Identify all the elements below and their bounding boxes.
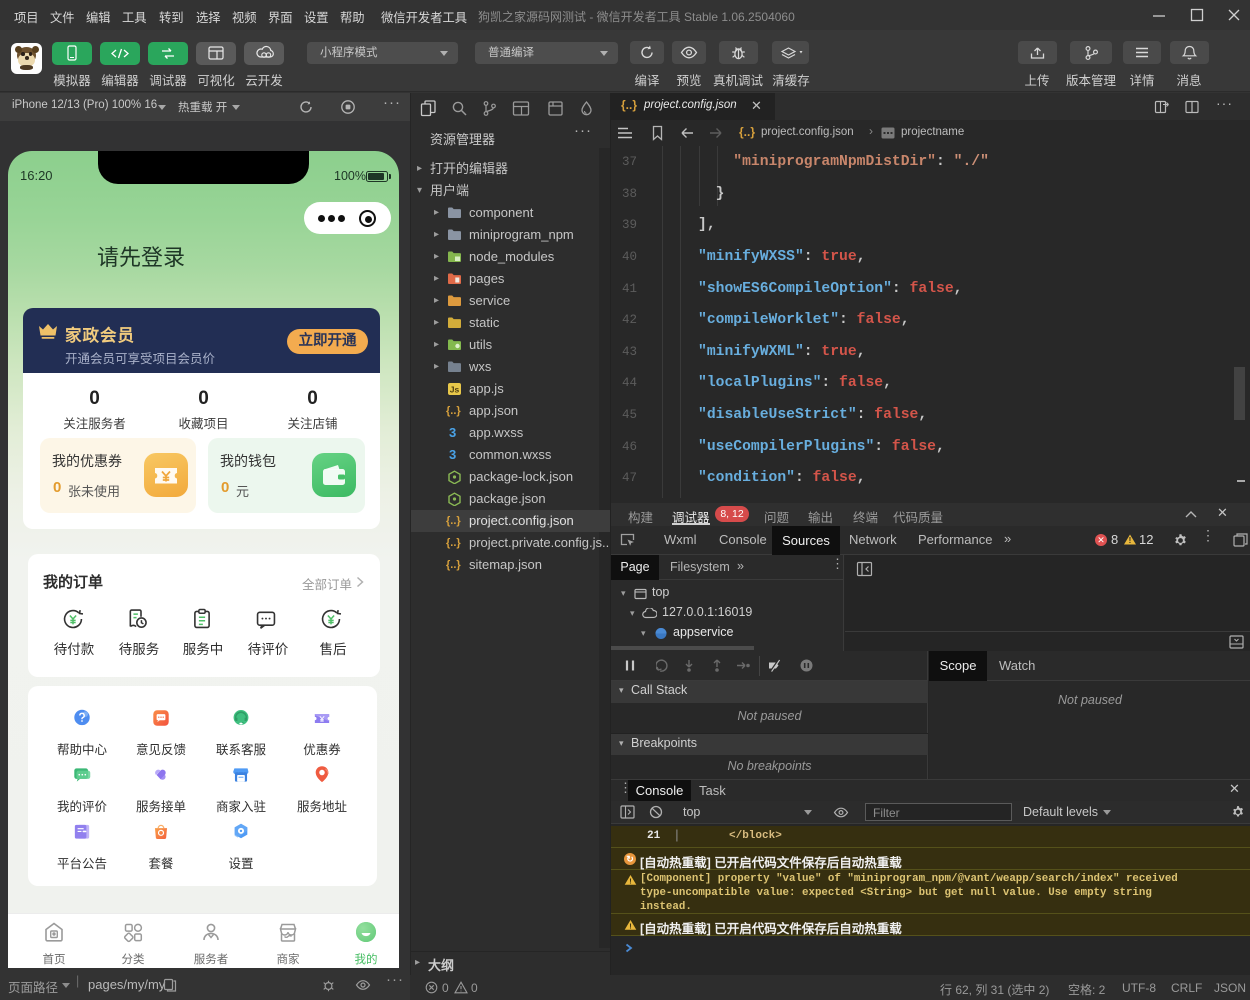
svg-text:!: ! — [1129, 536, 1132, 545]
svg-text:!: ! — [629, 922, 632, 931]
svg-text:!: ! — [628, 879, 633, 887]
svg-text:Js: Js — [450, 385, 460, 395]
